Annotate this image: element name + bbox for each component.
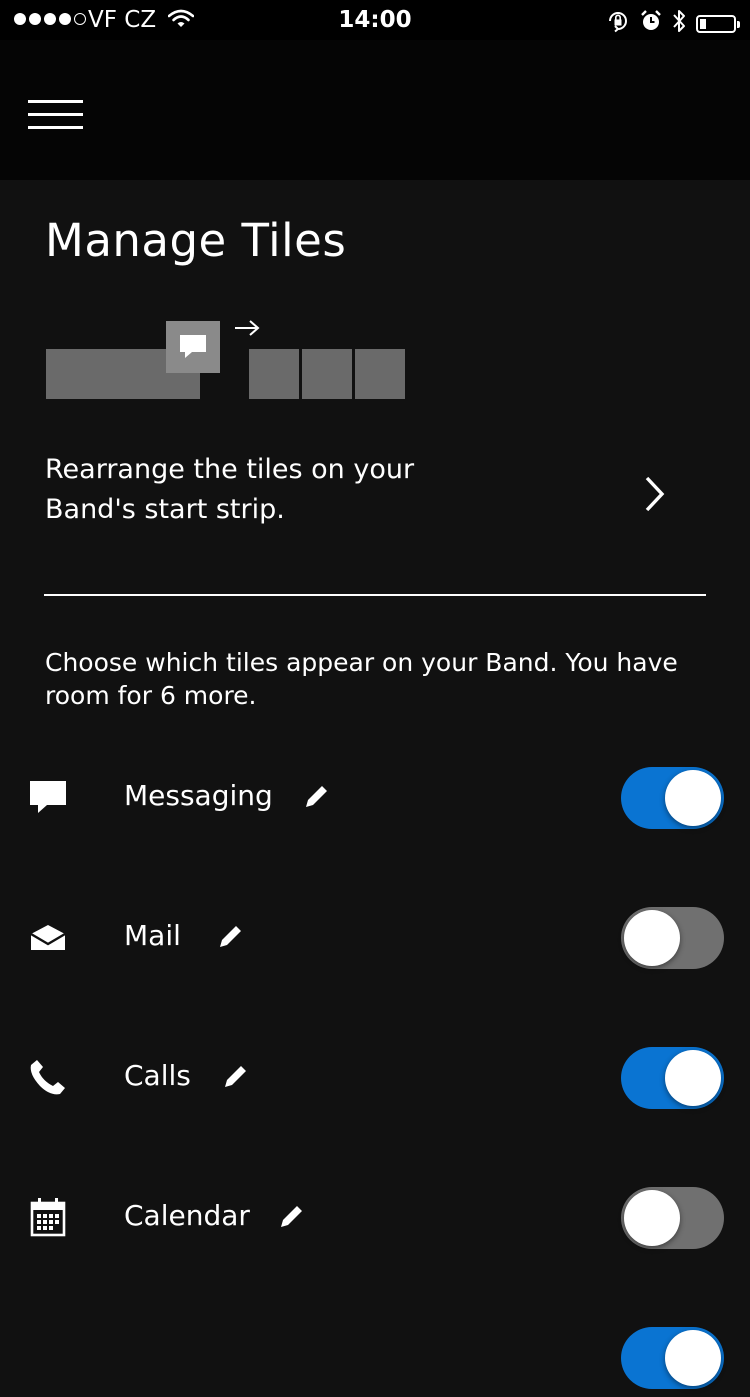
alarm-icon <box>640 9 662 39</box>
page-title: Manage Tiles <box>45 214 347 267</box>
pencil-icon[interactable] <box>216 921 246 951</box>
calendar-icon <box>28 1197 68 1237</box>
rotation-lock-icon <box>606 9 630 39</box>
pencil-icon[interactable] <box>302 781 332 811</box>
tile-row-calendar: Calendar <box>0 1177 750 1257</box>
rearrange-text: Rearrange the tiles on your Band's start… <box>45 454 415 525</box>
rearrange-tiles-link[interactable]: Rearrange the tiles on your Band's start… <box>45 450 685 540</box>
bluetooth-icon <box>672 8 686 40</box>
choose-tiles-description: Choose which tiles appear on your Band. … <box>45 648 678 710</box>
pencil-icon[interactable] <box>221 1061 251 1091</box>
status-bar: VF CZ 14:00 <box>0 0 750 40</box>
tile-row-mail: Mail <box>0 897 750 977</box>
battery-icon <box>696 15 740 33</box>
chevron-right-icon <box>643 474 667 518</box>
tile-label: Calendar <box>124 1199 250 1232</box>
message-icon <box>28 777 68 817</box>
tile-label: Messaging <box>124 779 273 812</box>
tile-row-calls: Calls <box>0 1037 750 1117</box>
message-icon <box>180 335 206 358</box>
tile-toggle[interactable] <box>621 1187 724 1249</box>
tile-toggle[interactable] <box>621 1047 724 1109</box>
tile-toggle[interactable] <box>621 1327 724 1389</box>
arrow-right-icon <box>233 316 261 344</box>
tile-row-partial <box>0 1317 750 1397</box>
tile-label: Mail <box>124 919 181 952</box>
hamburger-icon[interactable] <box>28 100 84 130</box>
strip-tile-small <box>249 349 299 399</box>
tile-toggle[interactable] <box>621 767 724 829</box>
tile-label: Calls <box>124 1059 191 1092</box>
strip-tile-messaging <box>166 321 220 373</box>
strip-tile-small <box>302 349 352 399</box>
strip-tile-small <box>355 349 405 399</box>
tile-row-messaging: Messaging <box>0 757 750 837</box>
tile-toggle[interactable] <box>621 907 724 969</box>
start-strip-illustration <box>45 318 425 408</box>
pencil-icon[interactable] <box>277 1201 307 1231</box>
phone-icon <box>28 1057 68 1097</box>
divider <box>44 594 706 596</box>
mail-icon <box>28 917 68 957</box>
top-bar <box>0 40 750 180</box>
